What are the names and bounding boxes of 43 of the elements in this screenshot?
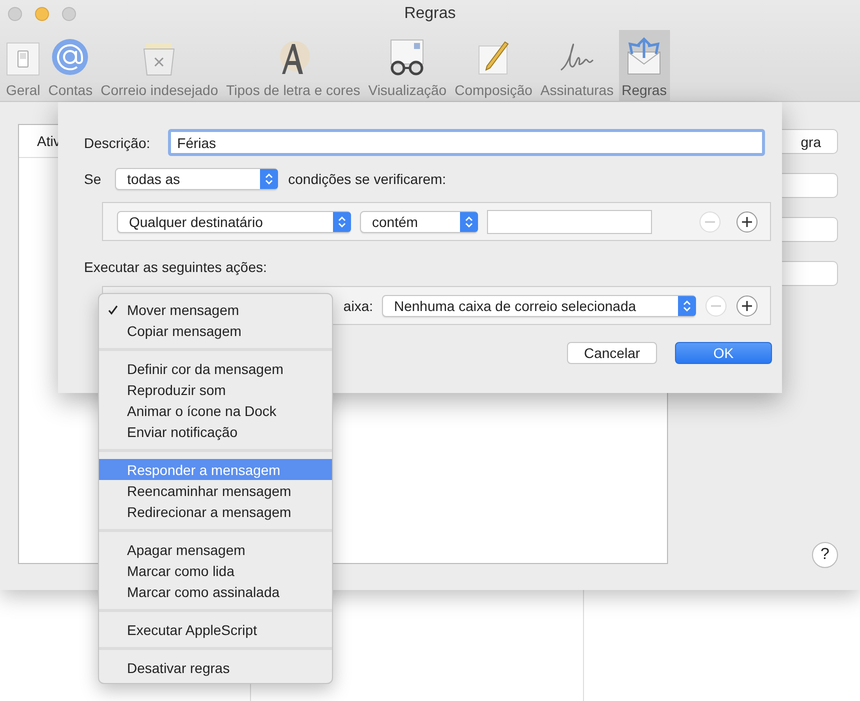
window-title: Regras	[404, 5, 456, 22]
at-sign-icon	[51, 38, 90, 76]
minimize-icon[interactable]	[35, 7, 49, 21]
menu-item[interactable]: Animar o ícone na Dock	[99, 400, 332, 421]
stepper-arrows-icon	[338, 216, 346, 228]
description-label: Descrição:	[84, 134, 150, 150]
match-popup[interactable]: todas as	[115, 168, 278, 190]
menu-item[interactable]: Desativar regras	[99, 657, 332, 678]
add-button[interactable]	[736, 210, 758, 232]
menu-item[interactable]: Marcar como assinalada	[99, 581, 332, 602]
toolbar-tab[interactable]: Regras	[618, 30, 670, 102]
menu-item[interactable]: Redirecionar a mensagem	[99, 501, 332, 522]
plus-icon	[736, 210, 758, 232]
plus-icon	[736, 294, 758, 316]
menu-item[interactable]: Mover mensagem	[99, 299, 332, 320]
add-button[interactable]	[736, 294, 758, 316]
mailbox-popup[interactable]: Nenhuma caixa de correio selecionada	[382, 294, 696, 316]
description-field[interactable]: Férias	[168, 129, 766, 156]
help-button[interactable]: ?	[812, 542, 838, 568]
minus-icon	[705, 294, 727, 316]
minus-icon	[699, 210, 721, 232]
menu-item[interactable]: Apagar mensagem	[99, 539, 332, 560]
action-label: aixa:	[343, 298, 373, 314]
actions-label: Executar as seguintes ações:	[84, 259, 268, 275]
menu-item[interactable]: Executar AppleScript	[99, 619, 332, 640]
value-field[interactable]	[487, 210, 652, 234]
stepper-arrows-icon	[465, 216, 473, 228]
operator-popup[interactable]: contém	[360, 210, 478, 232]
field-popup[interactable]: Qualquer destinatário	[117, 210, 351, 232]
zoom-icon[interactable]	[62, 7, 76, 21]
conditions-label: condições se verificarem:	[288, 171, 446, 187]
dialog-button[interactable]: Cancelar	[567, 342, 657, 364]
stepper-arrows-icon	[265, 173, 274, 185]
close-icon[interactable]	[8, 7, 22, 21]
menu-item[interactable]: Marcar como lida	[99, 560, 332, 581]
menu-item[interactable]: Reencaminhar mensagem	[99, 480, 332, 501]
menu-item[interactable]: Definir cor da mensagem	[99, 358, 332, 379]
menu-item[interactable]: Enviar notificação	[99, 421, 332, 442]
menu-item[interactable]: Reproduzir som	[99, 379, 332, 400]
stepper-arrows-icon	[683, 300, 691, 312]
menu-item[interactable]: Copiar mensagem	[99, 320, 332, 341]
switch-icon	[6, 42, 40, 76]
if-label: Se	[84, 171, 102, 187]
